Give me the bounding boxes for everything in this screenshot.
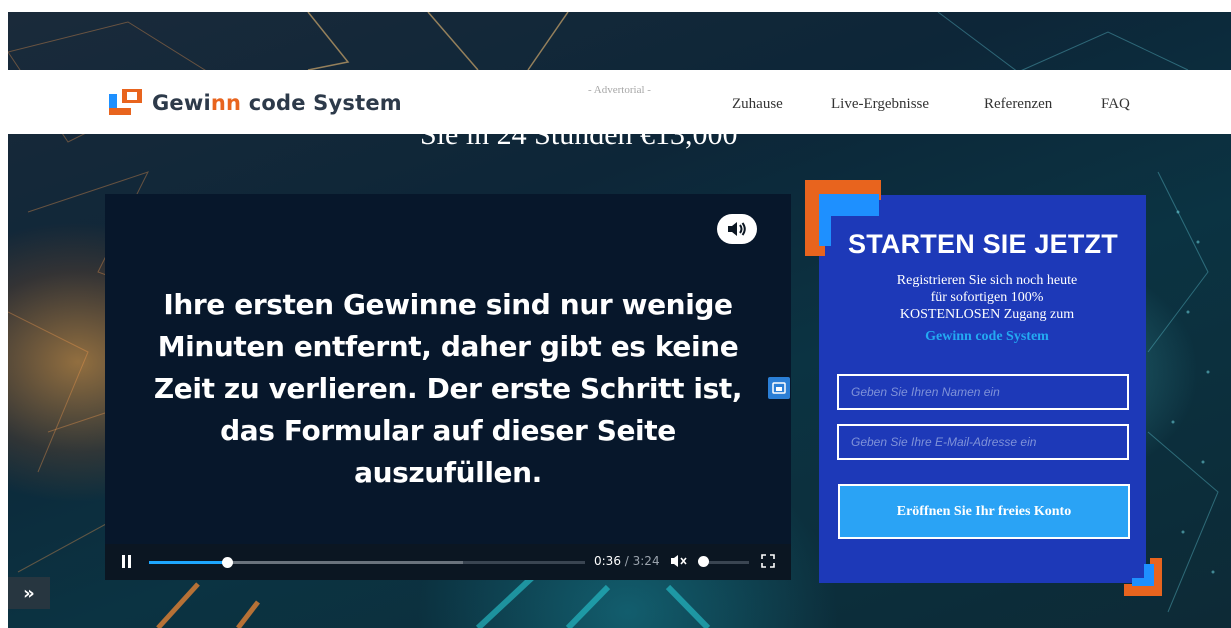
signup-subtitle: Registrieren Sie sich noch heute für sof… [896,273,1078,322]
brand-name: Gewinn code System [152,91,402,115]
speaker-on-icon[interactable] [717,214,757,244]
brand-logo[interactable]: Gewinn code System [108,88,402,118]
signup-brand: Gewinn code System [925,329,1049,344]
nav-link-zuhause[interactable]: Zuhause [732,96,783,113]
time-display: 0:36 / 3:24 [594,554,660,568]
email-input[interactable] [837,424,1129,460]
picture-in-picture-icon[interactable] [768,377,790,399]
seek-bar[interactable] [149,557,585,568]
corner-bracket-icon [1124,558,1162,596]
advertorial-label: - Advertorial - [588,84,651,96]
mute-icon[interactable] [670,553,688,569]
played-bar [149,561,228,564]
signup-title: STARTEN SIE JETZT [848,229,1118,259]
expand-sidebar-button[interactable]: » [8,577,50,609]
hero-headline: Sie in 24 Stunden €13,000 [420,122,738,151]
video-caption: Ihre ersten Gewinne sind nur wenige Minu… [153,288,743,489]
name-input[interactable] [837,374,1129,410]
pause-icon[interactable] [121,555,133,569]
nav-link-referenzen[interactable]: Referenzen [984,96,1052,113]
open-account-button[interactable]: Eröffnen Sie Ihr freies Konto [838,484,1130,539]
nav-link-faq[interactable]: FAQ [1101,96,1130,113]
fullscreen-icon[interactable] [761,554,775,568]
logo-mark-icon [108,88,144,118]
video-controls: 0:36 / 3:24 [105,544,791,580]
video-player[interactable]: Ihre ersten Gewinne sind nur wenige Minu… [105,194,791,580]
nav-link-live-ergebnisse[interactable]: Live-Ergebnisse [831,96,929,113]
seek-handle[interactable] [222,557,234,568]
volume-handle[interactable] [698,556,710,567]
